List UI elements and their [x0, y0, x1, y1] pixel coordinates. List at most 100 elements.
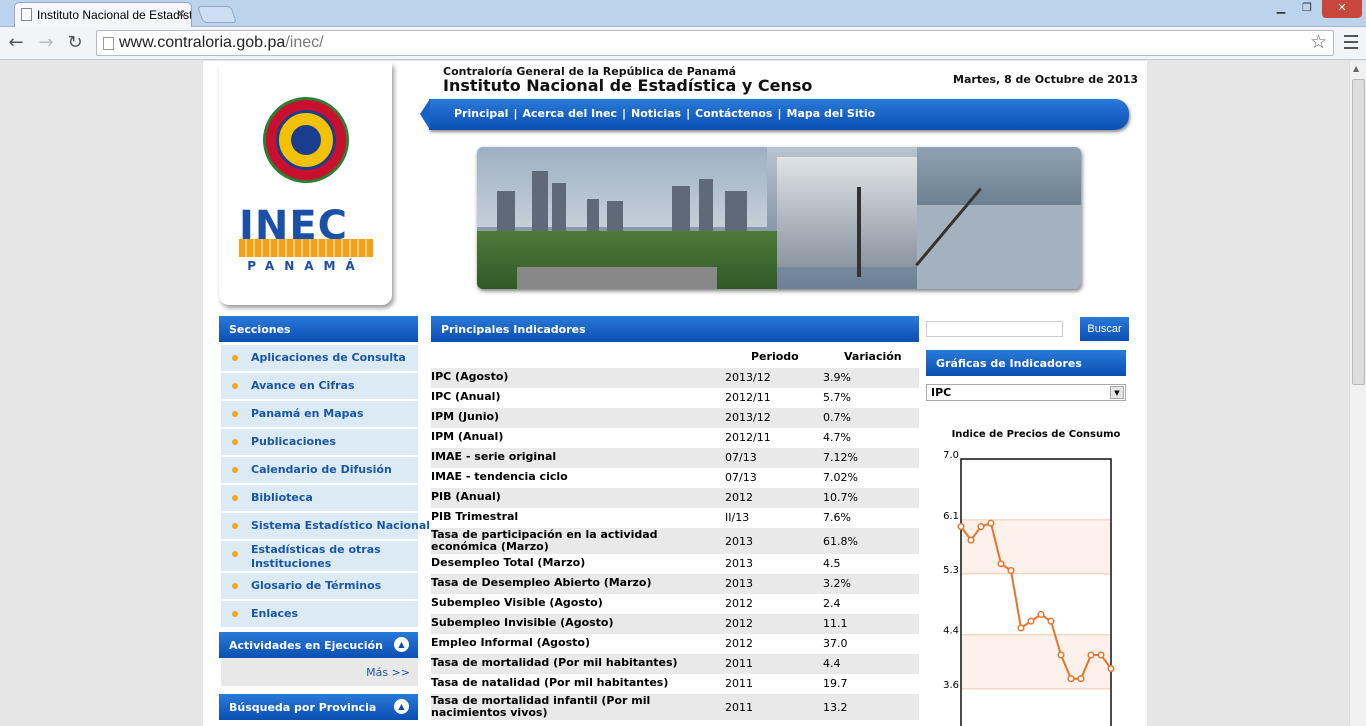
bullet-icon — [232, 467, 238, 473]
indicator-name: IPM (Junio) — [431, 410, 500, 423]
chart-data-point — [997, 560, 1005, 568]
section-avance-cifras[interactable]: Avance en Cifras — [221, 373, 418, 399]
indicator-name: IPC (Agosto) — [431, 370, 509, 383]
close-tab-icon[interactable]: ✕ — [176, 7, 186, 21]
indicator-period: 2013 — [725, 535, 753, 548]
chart-data-point — [1037, 610, 1045, 619]
nav-mapa-sitio[interactable]: Mapa del Sitio — [787, 107, 876, 120]
back-icon[interactable]: ← — [4, 31, 28, 55]
chart-data-point — [957, 523, 965, 531]
vertical-scrollbar[interactable]: ▲ — [1349, 61, 1366, 726]
current-date: Martes, 8 de Octubre de 2013 — [953, 73, 1139, 86]
nav-acerca[interactable]: Acerca del Inec — [522, 107, 617, 120]
indicator-row: IPM (Junio) 2013/12 0.7% — [431, 408, 919, 428]
section-enlaces[interactable]: Enlaces — [221, 601, 418, 627]
section-aplicaciones[interactable]: Aplicaciones de Consulta — [221, 345, 418, 371]
close-window-icon[interactable]: ✕ — [1322, 0, 1362, 18]
more-link[interactable]: Más >> — [366, 666, 410, 679]
column-period: Periodo — [751, 350, 799, 363]
url-domain: www.contraloria.gob.pa — [119, 34, 286, 51]
bullet-icon — [232, 411, 238, 417]
indicator-row: Tasa de Desempleo Abierto (Marzo) 2013 3.2… — [431, 574, 919, 594]
section-glosario[interactable]: Glosario de Términos — [221, 573, 418, 599]
chart-data-point — [1027, 617, 1035, 625]
search-input[interactable] — [926, 321, 1063, 337]
section-otras-instituciones[interactable]: Estadísticas de otras Instituciones — [221, 541, 418, 571]
collapse-icon[interactable]: ▲ — [394, 637, 409, 652]
chart-data-point — [1077, 675, 1085, 683]
scrollbar-thumb[interactable] — [1352, 79, 1365, 385]
menu-icon[interactable] — [1340, 31, 1362, 55]
indicator-name: PIB Trimestral — [431, 510, 519, 523]
activities-title: Actividades en Ejecución — [229, 639, 383, 652]
sections-list: Aplicaciones de Consulta Avance en Cifra… — [221, 345, 430, 629]
reload-icon[interactable]: ↻ — [63, 31, 87, 55]
y-tick-label: 6.1 — [943, 511, 959, 522]
nav-noticias[interactable]: Noticias — [631, 107, 681, 120]
chart-data-point — [1097, 651, 1105, 659]
indicator-period: 2012 — [725, 491, 753, 504]
ipc-chart: Indice de Precios de Consumo 7.0 6.1 5.3 4.4… — [943, 429, 1121, 726]
indicator-variation: 61.8% — [823, 535, 858, 548]
indicator-select[interactable]: IPC ▼ — [926, 384, 1126, 401]
section-calendario[interactable]: Calendario de Difusión — [221, 457, 418, 483]
indicator-variation: 3.2% — [823, 577, 851, 590]
indicator-row: Subempleo Invisible (Agosto) 2012 11.1 — [431, 614, 919, 634]
bookmark-star-icon[interactable]: ☆ — [1310, 31, 1327, 54]
browser-toolbar: ← → ↻ www.contraloria.gob.pa/inec/ ☆ — [0, 27, 1366, 60]
section-sistema-estadistico[interactable]: Sistema Estadístico Nacional — [221, 513, 430, 539]
indicator-name: Tasa de mortalidad infantil (Por mil nac… — [431, 694, 651, 719]
indicator-variation: 19.7 — [823, 677, 848, 690]
browser-tab[interactable]: Instituto Nacional de Estadística y Cens… — [14, 2, 192, 27]
indicator-period: 2012 — [725, 617, 753, 630]
page-viewport: INEC PANAMÁ Contraloría General de la Re… — [0, 61, 1349, 726]
new-tab-button[interactable] — [196, 6, 238, 23]
indicator-name: Tasa de participación en la actividad ec… — [431, 528, 658, 553]
page-container: INEC PANAMÁ Contraloría General de la Re… — [203, 61, 1147, 726]
bullet-icon — [232, 439, 238, 445]
indicator-variation: 13.2 — [823, 701, 848, 714]
indicator-period: 2012 — [725, 597, 753, 610]
indicators-header: Principales Indicadores — [431, 316, 919, 342]
indicator-name: IMAE - serie original — [431, 450, 557, 463]
indicator-variation: 4.7% — [823, 431, 851, 444]
indicator-period: II/13 — [725, 511, 750, 524]
section-label: Avance en Cifras — [251, 379, 355, 392]
address-bar[interactable]: www.contraloria.gob.pa/inec/ ☆ — [96, 30, 1334, 56]
indicator-name: Empleo Informal (Agosto) — [431, 636, 591, 649]
forward-icon[interactable]: → — [34, 31, 58, 55]
search-button[interactable]: Buscar — [1080, 317, 1129, 341]
province-header[interactable]: Búsqueda por Provincia ▲ — [219, 694, 418, 720]
chart-data-point — [1017, 624, 1025, 632]
chart-data-point — [1057, 651, 1065, 659]
section-panama-mapas[interactable]: Panamá en Mapas — [221, 401, 418, 427]
page-icon — [21, 8, 32, 21]
indicator-name: Tasa de Desempleo Abierto (Marzo) — [431, 576, 652, 589]
nav-principal[interactable]: Principal — [454, 107, 508, 120]
bullet-icon — [232, 523, 238, 529]
restore-icon[interactable]: ❐ — [1296, 0, 1318, 18]
section-biblioteca[interactable]: Biblioteca — [221, 485, 418, 511]
section-label: Biblioteca — [251, 491, 313, 504]
section-publicaciones[interactable]: Publicaciones — [221, 429, 418, 455]
inec-logo[interactable]: INEC PANAMÁ — [239, 203, 373, 273]
minimize-icon[interactable]: ▁ — [1270, 0, 1292, 18]
indicator-variation: 7.12% — [823, 451, 858, 464]
indicator-row: IMAE - tendencia ciclo 07/13 7.02% — [431, 468, 919, 488]
chart-data-point — [977, 523, 985, 531]
section-label: Aplicaciones de Consulta — [251, 351, 406, 364]
indicator-name: Subempleo Invisible (Agosto) — [431, 616, 614, 629]
scroll-up-icon[interactable]: ▲ — [1353, 64, 1359, 73]
collapse-icon[interactable]: ▲ — [394, 699, 409, 714]
nav-contactenos[interactable]: Contáctenos — [695, 107, 772, 120]
logo-card: INEC PANAMÁ — [219, 63, 392, 305]
charts-panel-header: Gráficas de Indicadores — [926, 350, 1126, 376]
browser-title-bar: Instituto Nacional de Estadística y Cens… — [0, 0, 1366, 27]
indicator-variation: 3.9% — [823, 371, 851, 384]
activities-header[interactable]: Actividades en Ejecución ▲ — [219, 632, 418, 658]
section-label: Estadísticas de otras Instituciones — [251, 543, 381, 570]
indicator-select-value: IPC — [931, 386, 952, 399]
chart-title: Indice de Precios de Consumo — [952, 429, 1121, 440]
indicator-row: IPC (Anual) 2012/11 5.7% — [431, 388, 919, 408]
dropdown-arrow-icon[interactable]: ▼ — [1110, 386, 1124, 399]
